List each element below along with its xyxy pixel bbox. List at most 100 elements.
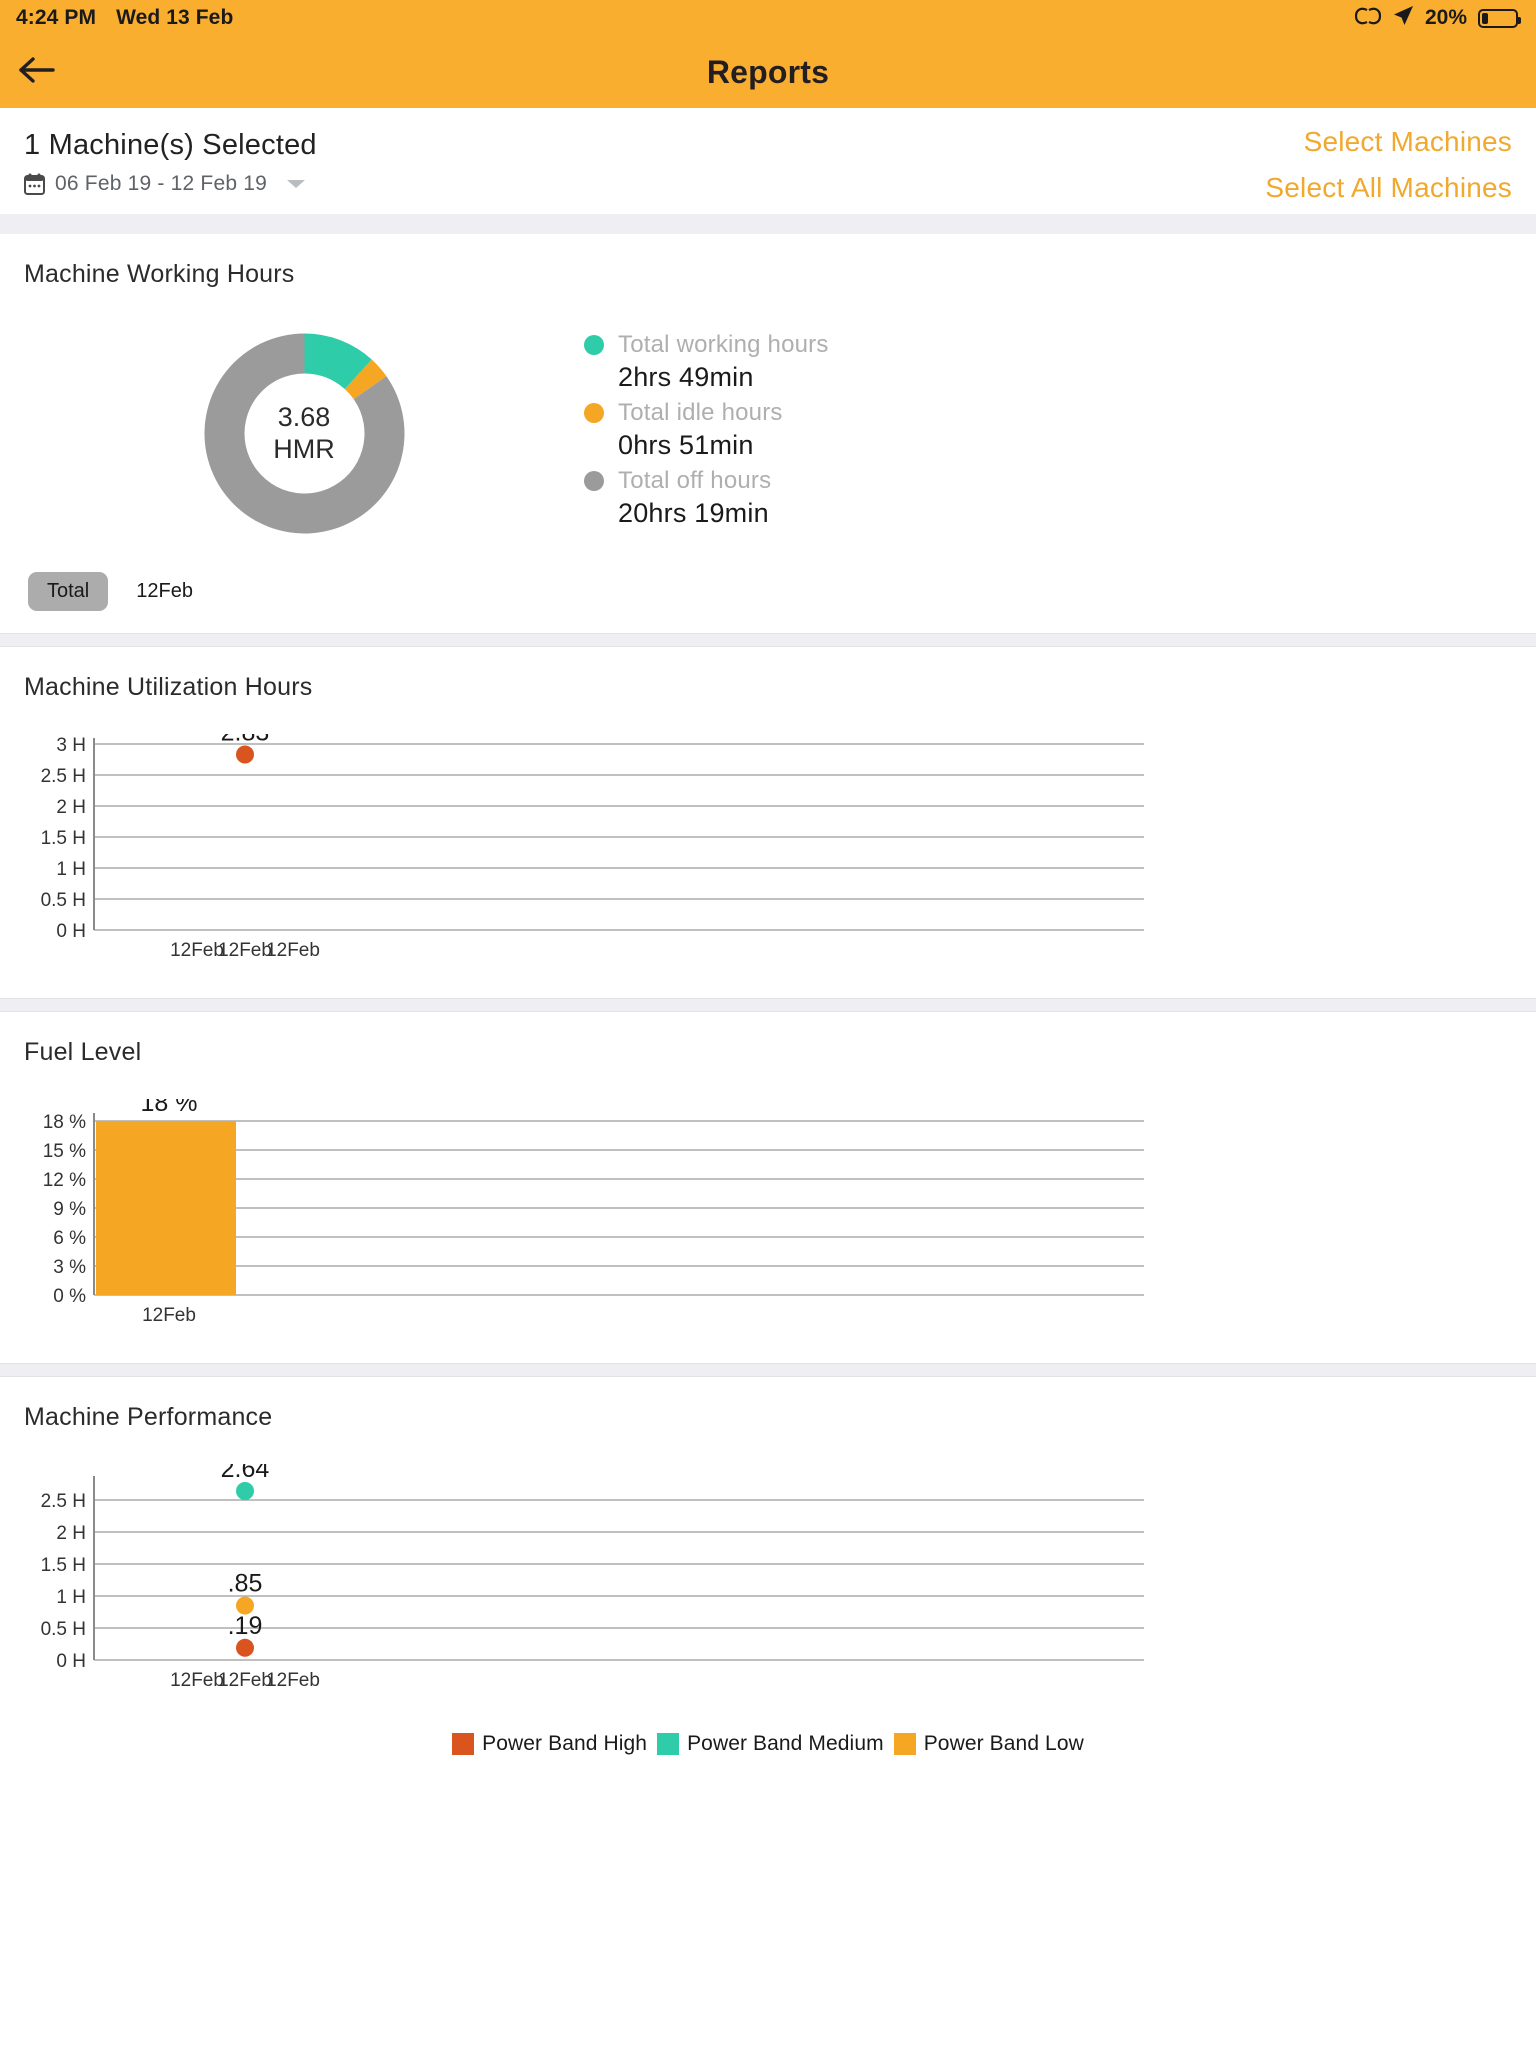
performance-label-medium: 2.64 — [221, 1464, 270, 1483]
legend-label-idle: Total idle hours — [618, 399, 783, 426]
card-machine-performance: Machine Performance 2.5 H 2 H 1.5 H 1 H … — [0, 1377, 1536, 1772]
legend-dot-off — [584, 471, 604, 491]
section-divider-1 — [0, 633, 1536, 647]
selection-links: Select Machines Select All Machines — [1265, 126, 1512, 218]
fuel-bar[interactable] — [96, 1121, 236, 1295]
utilization-point-label: 2.83 — [221, 734, 270, 747]
card-title-fuel: Fuel Level — [24, 1038, 142, 1066]
donut-column: 3.68 HMR Total 12Feb — [24, 321, 584, 611]
working-hours-legend: Total working hours 2hrs 49min Total idl… — [584, 321, 1512, 535]
y-tick-performance-1: 2 H — [56, 1523, 86, 1544]
y-tick-fuel-1: 15 % — [43, 1141, 86, 1162]
donut-center-label: 3.68 HMR — [192, 321, 417, 546]
battery-icon — [1478, 8, 1521, 28]
donut-center-unit: HMR — [273, 433, 335, 464]
performance-chart-svg: 2.5 H 2 H 1.5 H 1 H 0.5 H 0 H 2.64 .85 .… — [41, 1464, 1144, 1691]
section-divider-2 — [0, 998, 1536, 1012]
reports-screen: 4:24 PM Wed 13 Feb 20% Reports 1 Machine… — [0, 0, 1536, 2048]
performance-chart[interactable]: 2.5 H 2 H 1.5 H 1 H 0.5 H 0 H 2.64 .85 .… — [24, 1442, 1512, 1714]
y-tick-fuel-3: 9 % — [53, 1199, 86, 1220]
y-tick-utilization-5: 0.5 H — [41, 890, 86, 911]
card-title-working-hours: Machine Working Hours — [24, 260, 295, 288]
performance-point-high[interactable] — [236, 1638, 254, 1657]
utilization-chart-svg: 3 H 2.5 H 2 H 1.5 H 1 H 0.5 H 0 H 2.83 1… — [41, 734, 1144, 961]
nav-bar: Reports — [0, 36, 1536, 108]
legend-power-band-medium: Power Band Medium — [657, 1732, 884, 1756]
fuel-chart[interactable]: 18 % 15 % 12 % 9 % 6 % 3 % 0 % 18 % 12Fe… — [24, 1077, 1512, 1349]
section-divider-3 — [0, 1363, 1536, 1377]
legend-text-high: Power Band High — [482, 1732, 648, 1755]
y-tick-fuel-5: 3 % — [53, 1257, 86, 1278]
x-tick-performance-1: 12Feb — [218, 1670, 272, 1691]
legend-value-off: 20hrs 19min — [618, 498, 769, 528]
legend-label-off: Total off hours — [618, 467, 772, 494]
legend-value-idle: 0hrs 51min — [618, 430, 754, 460]
chevron-down-icon[interactable] — [287, 180, 306, 189]
fuel-chart-svg: 18 % 15 % 12 % 9 % 6 % 3 % 0 % 18 % 12Fe… — [43, 1099, 1144, 1326]
card-fuel-level: Fuel Level 18 % 15 % 12 % 9 % 6 % 3 % 0 … — [0, 1012, 1536, 1363]
donut-center-value: 3.68 — [277, 401, 331, 432]
card-title-performance: Machine Performance — [24, 1403, 273, 1431]
y-tick-utilization-1: 2.5 H — [41, 766, 86, 787]
y-tick-fuel-2: 12 % — [43, 1170, 86, 1191]
legend-power-band-low: Power Band Low — [893, 1732, 1084, 1756]
y-tick-fuel-6: 0 % — [53, 1286, 86, 1307]
select-machines-link[interactable]: Select Machines — [1265, 126, 1512, 158]
legend-text-low: Power Band Low — [923, 1732, 1084, 1755]
select-all-machines-link[interactable]: Select All Machines — [1265, 172, 1512, 204]
x-tick-utilization-2: 12Feb — [266, 940, 320, 961]
performance-label-high: .19 — [228, 1612, 263, 1640]
y-tick-performance-2: 1.5 H — [41, 1555, 86, 1576]
y-tick-fuel-0: 18 % — [43, 1112, 86, 1133]
legend-item-idle: Total idle hours 0hrs 51min — [584, 399, 1512, 461]
legend-label-working: Total working hours — [618, 331, 829, 358]
legend-value-working: 2hrs 49min — [618, 362, 754, 392]
x-tick-utilization-1: 12Feb — [218, 940, 272, 961]
y-tick-utilization-0: 3 H — [56, 735, 86, 756]
performance-point-medium[interactable] — [236, 1482, 254, 1500]
legend-dot-idle — [584, 403, 604, 423]
location-arrow-icon — [1392, 5, 1414, 32]
legend-swatch-medium — [657, 1733, 680, 1755]
date-range-label: 06 Feb 19 - 12 Feb 19 — [55, 172, 268, 196]
battery-percent: 20% — [1424, 6, 1467, 29]
legend-text-medium: Power Band Medium — [687, 1732, 884, 1755]
x-tick-performance-2: 12Feb — [266, 1670, 320, 1691]
card-machine-utilization: Machine Utilization Hours 3 H 2.5 H 2 H … — [0, 647, 1536, 998]
y-tick-fuel-4: 6 % — [53, 1228, 86, 1249]
y-tick-performance-0: 2.5 H — [41, 1491, 86, 1512]
legend-power-band-high: Power Band High — [452, 1732, 647, 1756]
working-hours-donut-chart[interactable]: 3.68 HMR — [192, 321, 417, 546]
x-tick-fuel-0: 12Feb — [142, 1305, 196, 1326]
x-tick-utilization-0: 12Feb — [170, 940, 224, 961]
y-tick-utilization-4: 1 H — [56, 859, 86, 880]
utilization-chart[interactable]: 3 H 2.5 H 2 H 1.5 H 1 H 0.5 H 0 H 2.83 1… — [24, 712, 1512, 984]
calendar-icon — [24, 173, 45, 196]
back-button[interactable] — [0, 36, 74, 108]
page-title: Reports — [706, 53, 830, 90]
performance-label-low: .85 — [228, 1570, 263, 1598]
legend-dot-working — [584, 335, 604, 355]
legend-swatch-high — [452, 1733, 475, 1755]
x-tick-performance-0: 12Feb — [170, 1670, 224, 1691]
legend-swatch-low — [893, 1733, 916, 1755]
back-arrow-icon — [17, 54, 57, 91]
y-tick-performance-4: 0.5 H — [41, 1619, 86, 1640]
fuel-bar-label: 18 % — [141, 1099, 198, 1117]
y-tick-performance-3: 1 H — [56, 1587, 86, 1608]
performance-legend: Power Band High Power Band Medium Power … — [24, 1714, 1512, 1772]
legend-item-off: Total off hours 20hrs 19min — [584, 467, 1512, 529]
status-bar-right: 20% — [1354, 5, 1521, 32]
selection-header: 1 Machine(s) Selected 06 Feb 19 - 12 Feb… — [0, 108, 1536, 214]
tab-total[interactable]: Total — [28, 572, 109, 611]
working-hours-content: 3.68 HMR Total 12Feb Total working hours… — [24, 299, 1512, 611]
utilization-data-point[interactable] — [236, 745, 254, 764]
status-bar: 4:24 PM Wed 13 Feb 20% — [0, 0, 1536, 36]
legend-item-working: Total working hours 2hrs 49min — [584, 331, 1512, 393]
y-tick-performance-5: 0 H — [56, 1651, 86, 1672]
status-date: Wed 13 Feb — [116, 6, 234, 29]
tab-12feb[interactable]: 12Feb — [132, 572, 197, 611]
working-hours-tabs: Total 12Feb — [28, 572, 197, 611]
y-tick-utilization-3: 1.5 H — [41, 828, 86, 849]
y-tick-utilization-6: 0 H — [56, 921, 86, 942]
